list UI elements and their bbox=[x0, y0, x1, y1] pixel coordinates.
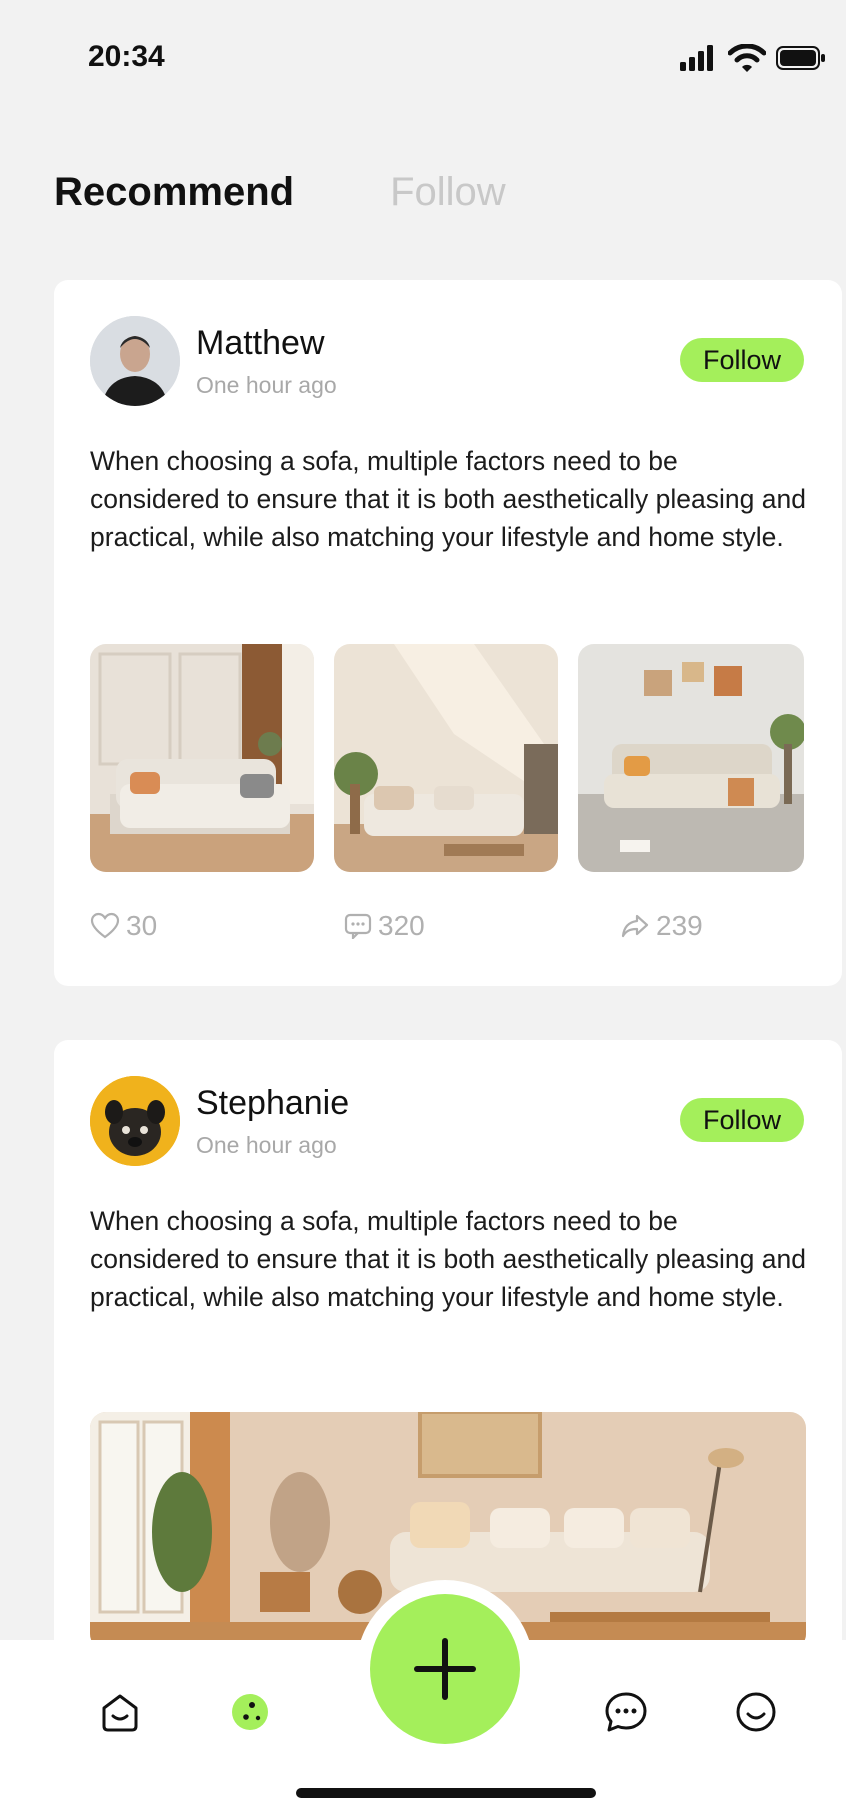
post-photo[interactable] bbox=[90, 644, 314, 872]
post-time: One hour ago bbox=[196, 1132, 337, 1158]
status-time: 20:34 bbox=[88, 40, 165, 73]
share-icon bbox=[621, 914, 649, 938]
profile-icon[interactable] bbox=[732, 1688, 780, 1736]
avatar[interactable] bbox=[90, 1076, 180, 1166]
post-photo[interactable] bbox=[578, 644, 804, 872]
post-time: One hour ago bbox=[196, 372, 337, 398]
tab-follow[interactable]: Follow bbox=[390, 170, 506, 215]
follow-button[interactable]: Follow bbox=[680, 1098, 804, 1142]
signal-icon bbox=[680, 45, 713, 71]
avatar[interactable] bbox=[90, 316, 180, 406]
comment-count: 320 bbox=[378, 910, 425, 941]
author-name[interactable]: Stephanie bbox=[196, 1084, 349, 1123]
comment-icon bbox=[344, 913, 372, 939]
heart-icon bbox=[90, 912, 120, 939]
status-bar: 20:34 bbox=[0, 0, 846, 110]
messages-icon[interactable] bbox=[602, 1688, 650, 1736]
comment-stat[interactable]: 320 bbox=[344, 910, 425, 942]
post-card[interactable]: Matthew One hour ago Follow When choosin… bbox=[54, 280, 842, 986]
like-count: 30 bbox=[126, 910, 158, 941]
follow-button[interactable]: Follow bbox=[680, 338, 804, 382]
battery-icon bbox=[776, 46, 825, 70]
post-text: When choosing a sofa, multiple factors n… bbox=[90, 446, 806, 552]
share-stat[interactable]: 239 bbox=[620, 910, 703, 942]
discover-icon[interactable] bbox=[226, 1688, 274, 1736]
feed-tabs: Recommend Follow bbox=[54, 170, 506, 215]
post-photo[interactable] bbox=[334, 644, 558, 872]
status-icons bbox=[678, 44, 826, 72]
add-icon bbox=[414, 1638, 476, 1700]
wifi-icon bbox=[728, 44, 766, 72]
home-indicator[interactable] bbox=[296, 1788, 596, 1798]
home-icon[interactable] bbox=[96, 1688, 144, 1736]
tab-recommend[interactable]: Recommend bbox=[54, 170, 294, 215]
author-name[interactable]: Matthew bbox=[196, 324, 325, 363]
share-count: 239 bbox=[656, 910, 703, 941]
post-text: When choosing a sofa, multiple factors n… bbox=[90, 1206, 806, 1312]
like-stat[interactable]: 30 bbox=[90, 910, 157, 942]
add-post-button[interactable] bbox=[370, 1594, 520, 1744]
